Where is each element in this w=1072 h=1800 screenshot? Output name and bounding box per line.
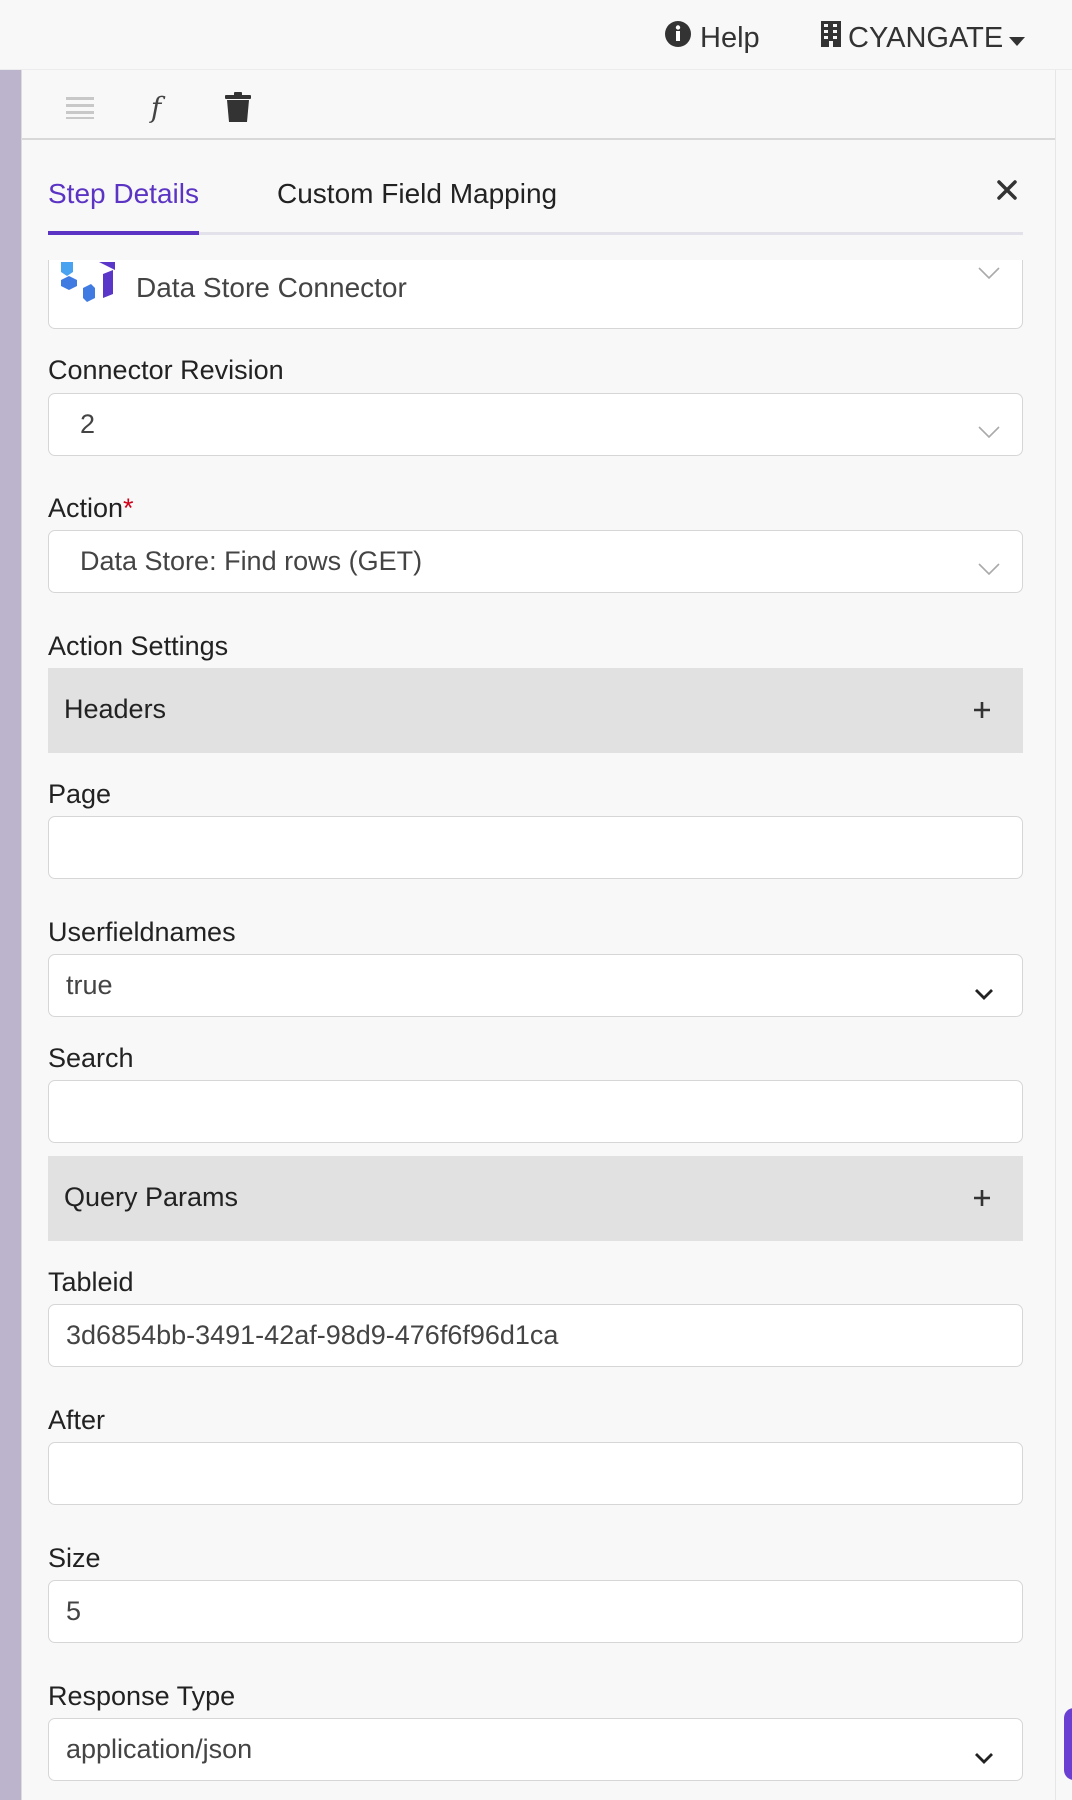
- tab-custom-field-mapping[interactable]: Custom Field Mapping: [277, 178, 557, 210]
- side-handle[interactable]: [1064, 1708, 1072, 1780]
- size-input[interactable]: 5: [48, 1580, 1023, 1643]
- userfieldnames-label: Userfieldnames: [48, 917, 236, 947]
- divider: [1055, 70, 1056, 1800]
- trash-icon[interactable]: [218, 90, 258, 124]
- tableid-input[interactable]: 3d6854bb-3491-42af-98d9-476f6f96d1ca: [48, 1304, 1023, 1367]
- response-type-label: Response Type: [48, 1681, 236, 1711]
- chevron-down-icon: [974, 977, 994, 1008]
- size-label: Size: [48, 1543, 101, 1573]
- data-store-logo-icon: [59, 260, 119, 315]
- search-input[interactable]: [48, 1080, 1023, 1143]
- organization-name: CYANGATE: [848, 21, 1004, 54]
- connector-revision-value: 2: [80, 409, 96, 439]
- function-glyph: f: [150, 90, 162, 124]
- chevron-down-icon: [974, 1741, 994, 1772]
- help-label: Help: [700, 21, 760, 54]
- connector-name: Data Store Connector: [136, 272, 407, 303]
- help-link[interactable]: Help: [664, 20, 760, 56]
- connector-select[interactable]: Data Store Connector: [48, 260, 1023, 329]
- organization-dropdown[interactable]: CYANGATE: [820, 20, 1026, 56]
- after-input[interactable]: [48, 1442, 1023, 1505]
- after-label: After: [48, 1405, 106, 1435]
- function-icon[interactable]: f: [136, 90, 176, 124]
- search-label: Search: [48, 1043, 134, 1073]
- plus-icon[interactable]: [973, 1183, 991, 1214]
- action-label-text: Action: [48, 493, 124, 523]
- connector-revision-label: Connector Revision: [48, 355, 284, 385]
- headers-section[interactable]: Headers: [48, 668, 1023, 753]
- chevron-down-icon: [978, 266, 1000, 284]
- plus-icon[interactable]: [973, 695, 991, 726]
- tab-label: Custom Field Mapping: [277, 178, 558, 209]
- building-icon: [820, 20, 842, 56]
- page-input[interactable]: [48, 816, 1023, 879]
- close-icon[interactable]: [997, 180, 1017, 205]
- sidebar-stripe: [0, 70, 21, 1800]
- divider: [21, 70, 22, 1800]
- headers-label: Headers: [64, 694, 167, 724]
- tab-bar: Step Details Custom Field Mapping: [48, 160, 1023, 235]
- query-params-label: Query Params: [64, 1182, 239, 1212]
- size-value: 5: [66, 1596, 82, 1626]
- required-marker: *: [123, 493, 134, 523]
- tableid-label: Tableid: [48, 1267, 134, 1297]
- response-type-value: application/json: [66, 1734, 253, 1764]
- action-label: Action*: [48, 493, 134, 524]
- connector-revision-select[interactable]: 2: [48, 393, 1023, 456]
- userfieldnames-value: true: [66, 970, 113, 1000]
- step-toolbar: f: [22, 70, 1055, 140]
- tab-step-details[interactable]: Step Details: [48, 178, 199, 235]
- tableid-value: 3d6854bb-3491-42af-98d9-476f6f96d1ca: [66, 1320, 559, 1350]
- userfieldnames-select[interactable]: true: [48, 954, 1023, 1017]
- tab-label: Step Details: [48, 178, 199, 209]
- action-value: Data Store: Find rows (GET): [80, 546, 423, 576]
- action-settings-heading: Action Settings: [48, 631, 229, 661]
- chevron-down-icon: [978, 551, 1000, 582]
- caret-down-icon: [1009, 22, 1026, 55]
- page-label: Page: [48, 779, 112, 809]
- action-select[interactable]: Data Store: Find rows (GET): [48, 530, 1023, 593]
- response-type-select[interactable]: application/json: [48, 1718, 1023, 1781]
- top-bar: Help CYANGATE: [0, 0, 1072, 70]
- info-circle-icon: [664, 20, 692, 56]
- query-params-section[interactable]: Query Params: [48, 1156, 1023, 1241]
- hamburger-menu-icon[interactable]: [60, 90, 100, 124]
- chevron-down-icon: [978, 414, 1000, 445]
